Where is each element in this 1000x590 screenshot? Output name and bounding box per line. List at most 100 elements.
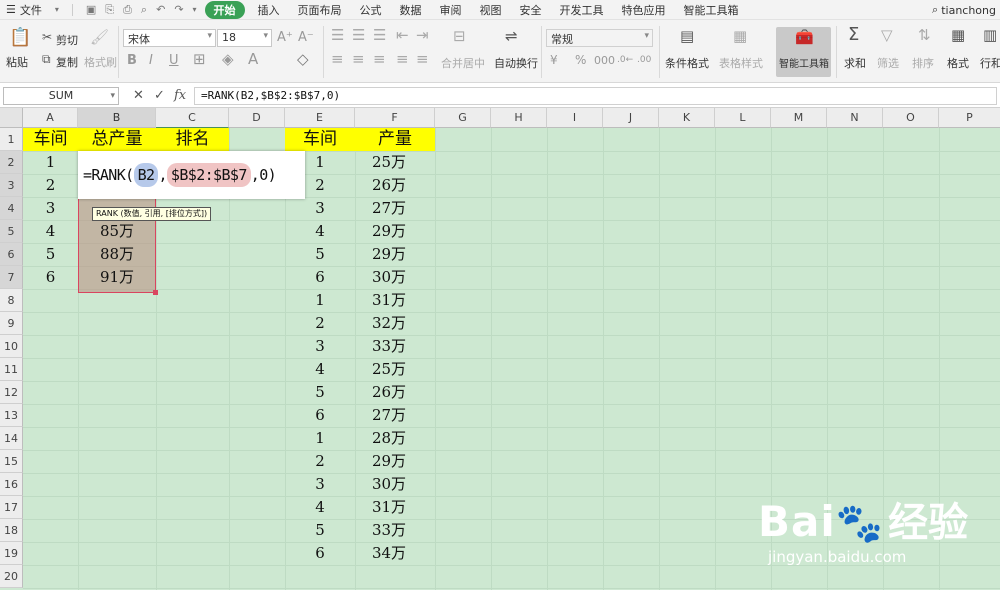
increase-font-icon[interactable]: A⁺ [277,30,293,45]
row-header-17[interactable]: 17 [0,496,23,519]
print-icon[interactable]: ⎙ [123,3,132,17]
cell-a4[interactable]: 3 [23,197,78,220]
cell-f11[interactable]: 25万 [355,358,423,381]
cell-f17[interactable]: 31万 [355,496,423,519]
tab-formulas[interactable]: 公式 [351,2,391,18]
tab-data[interactable]: 数据 [391,2,431,18]
align-center-icon[interactable]: ≡ [352,52,365,67]
align-top-icon[interactable]: ☰ [331,28,344,43]
column-header-a[interactable]: A [23,108,78,128]
column-header-l[interactable]: L [715,108,771,128]
more-icon[interactable]: ▾ [193,5,197,14]
cell-f1[interactable]: 产量 [355,128,435,151]
cell-f9[interactable]: 32万 [355,312,423,335]
file-menu[interactable]: 文件 [18,2,51,18]
align-bottom-icon[interactable]: ☰ [373,28,386,43]
smart-toolbox-button[interactable]: 🧰 智能工具箱 [776,27,831,77]
filter-button[interactable]: 筛选 [877,55,899,71]
decrease-decimal-icon[interactable]: .00 [637,53,651,68]
column-header-h[interactable]: H [491,108,547,128]
row-header-19[interactable]: 19 [0,542,23,565]
tab-special-apps[interactable]: 特色应用 [613,2,675,18]
cell-e19[interactable]: 6 [285,542,355,565]
tab-page-layout[interactable]: 页面布局 [289,2,351,18]
cell-e7[interactable]: 6 [285,266,355,289]
column-header-g[interactable]: G [435,108,491,128]
row-header-14[interactable]: 14 [0,427,23,450]
row-header-11[interactable]: 11 [0,358,23,381]
sum-icon[interactable]: Σ [848,26,859,44]
preview-icon[interactable]: ⌕ [141,3,147,17]
confirm-icon[interactable]: ✓ [154,88,165,103]
cell-e4[interactable]: 3 [285,197,355,220]
cell-b6[interactable]: 88万 [78,243,156,266]
column-header-k[interactable]: K [659,108,715,128]
cell-f2[interactable]: 25万 [355,151,423,174]
column-header-j[interactable]: J [603,108,659,128]
row-header-20[interactable]: 20 [0,565,23,588]
column-header-m[interactable]: M [771,108,827,128]
formula-input[interactable]: =RANK(B2,$B$2:$B$7,0) [194,87,997,105]
row-header-15[interactable]: 15 [0,450,23,473]
cell-c1[interactable]: 排名 [156,128,229,151]
fill-handle[interactable] [153,290,158,295]
undo-icon[interactable]: ↶ [156,3,165,16]
cell-f4[interactable]: 27万 [355,197,423,220]
row-header-16[interactable]: 16 [0,473,23,496]
tab-insert[interactable]: 插入 [249,2,289,18]
cell-f16[interactable]: 30万 [355,473,423,496]
row-header-18[interactable]: 18 [0,519,23,542]
tab-developer[interactable]: 开发工具 [551,2,613,18]
copy-button[interactable]: 复制 [56,54,78,70]
sort-button[interactable]: 排序 [912,55,934,71]
row-header-5[interactable]: 5 [0,220,23,243]
bold-button[interactable]: B [127,53,137,68]
copy-icon[interactable]: ⧉ [42,52,51,67]
cell-e11[interactable]: 4 [285,358,355,381]
user-account[interactable]: ⌕ tianchong [932,3,996,17]
distributed-icon[interactable]: ≡ [416,52,429,67]
fill-color-icon[interactable]: ◈ [222,52,234,67]
table-style-button[interactable]: 表格样式 [719,55,763,71]
format-button[interactable]: 格式 [947,55,969,71]
cell-e18[interactable]: 5 [285,519,355,542]
row-header-4[interactable]: 4 [0,197,23,220]
justify-icon[interactable]: ≡ [396,52,409,67]
decrease-font-icon[interactable]: A⁻ [298,30,314,45]
filter-icon[interactable]: ▽ [881,28,893,43]
scissors-icon[interactable]: ✂ [42,30,52,45]
tab-view[interactable]: 视图 [471,2,511,18]
cell-a2[interactable]: 1 [23,151,78,174]
paste-button[interactable]: 粘贴 [6,54,28,70]
name-box[interactable]: SUM ▾ [3,87,119,105]
row-header-9[interactable]: 9 [0,312,23,335]
cell-b5[interactable]: 85万 [78,220,156,243]
cell-a3[interactable]: 2 [23,174,78,197]
worksheet-grid[interactable]: A B C D E F G H I J K L M N O P 1 2 3 4 … [0,108,1000,590]
font-name-select[interactable]: 宋体 ▾ [123,29,216,47]
merge-icon[interactable]: ⊟ [453,29,466,44]
column-header-b[interactable]: B [78,108,156,128]
cell-f12[interactable]: 26万 [355,381,423,404]
italic-button[interactable]: I [149,53,153,68]
percent-button[interactable]: % [575,53,586,68]
border-icon[interactable]: ⊞ [193,52,206,67]
cell-a5[interactable]: 4 [23,220,78,243]
cell-f15[interactable]: 29万 [355,450,423,473]
cell-f7[interactable]: 30万 [355,266,423,289]
select-all-corner[interactable] [0,108,23,128]
chevron-down-icon[interactable]: ▾ [55,5,59,14]
cell-a1[interactable]: 车间 [23,128,78,151]
redo-icon[interactable]: ↷ [174,3,183,16]
cell-f6[interactable]: 29万 [355,243,423,266]
wrap-text-button[interactable]: 自动换行 [494,55,538,71]
cell-b1[interactable]: 总产量 [78,128,156,151]
cell-e17[interactable]: 4 [285,496,355,519]
cell-e1[interactable]: 车间 [285,128,355,151]
font-size-select[interactable]: 18 ▾ [217,29,272,47]
sort-icon[interactable]: ⇅ [918,28,931,43]
row-header-10[interactable]: 10 [0,335,23,358]
row-header-8[interactable]: 8 [0,289,23,312]
table-style-icon[interactable]: ▦ [733,29,747,44]
column-header-o[interactable]: O [883,108,939,128]
